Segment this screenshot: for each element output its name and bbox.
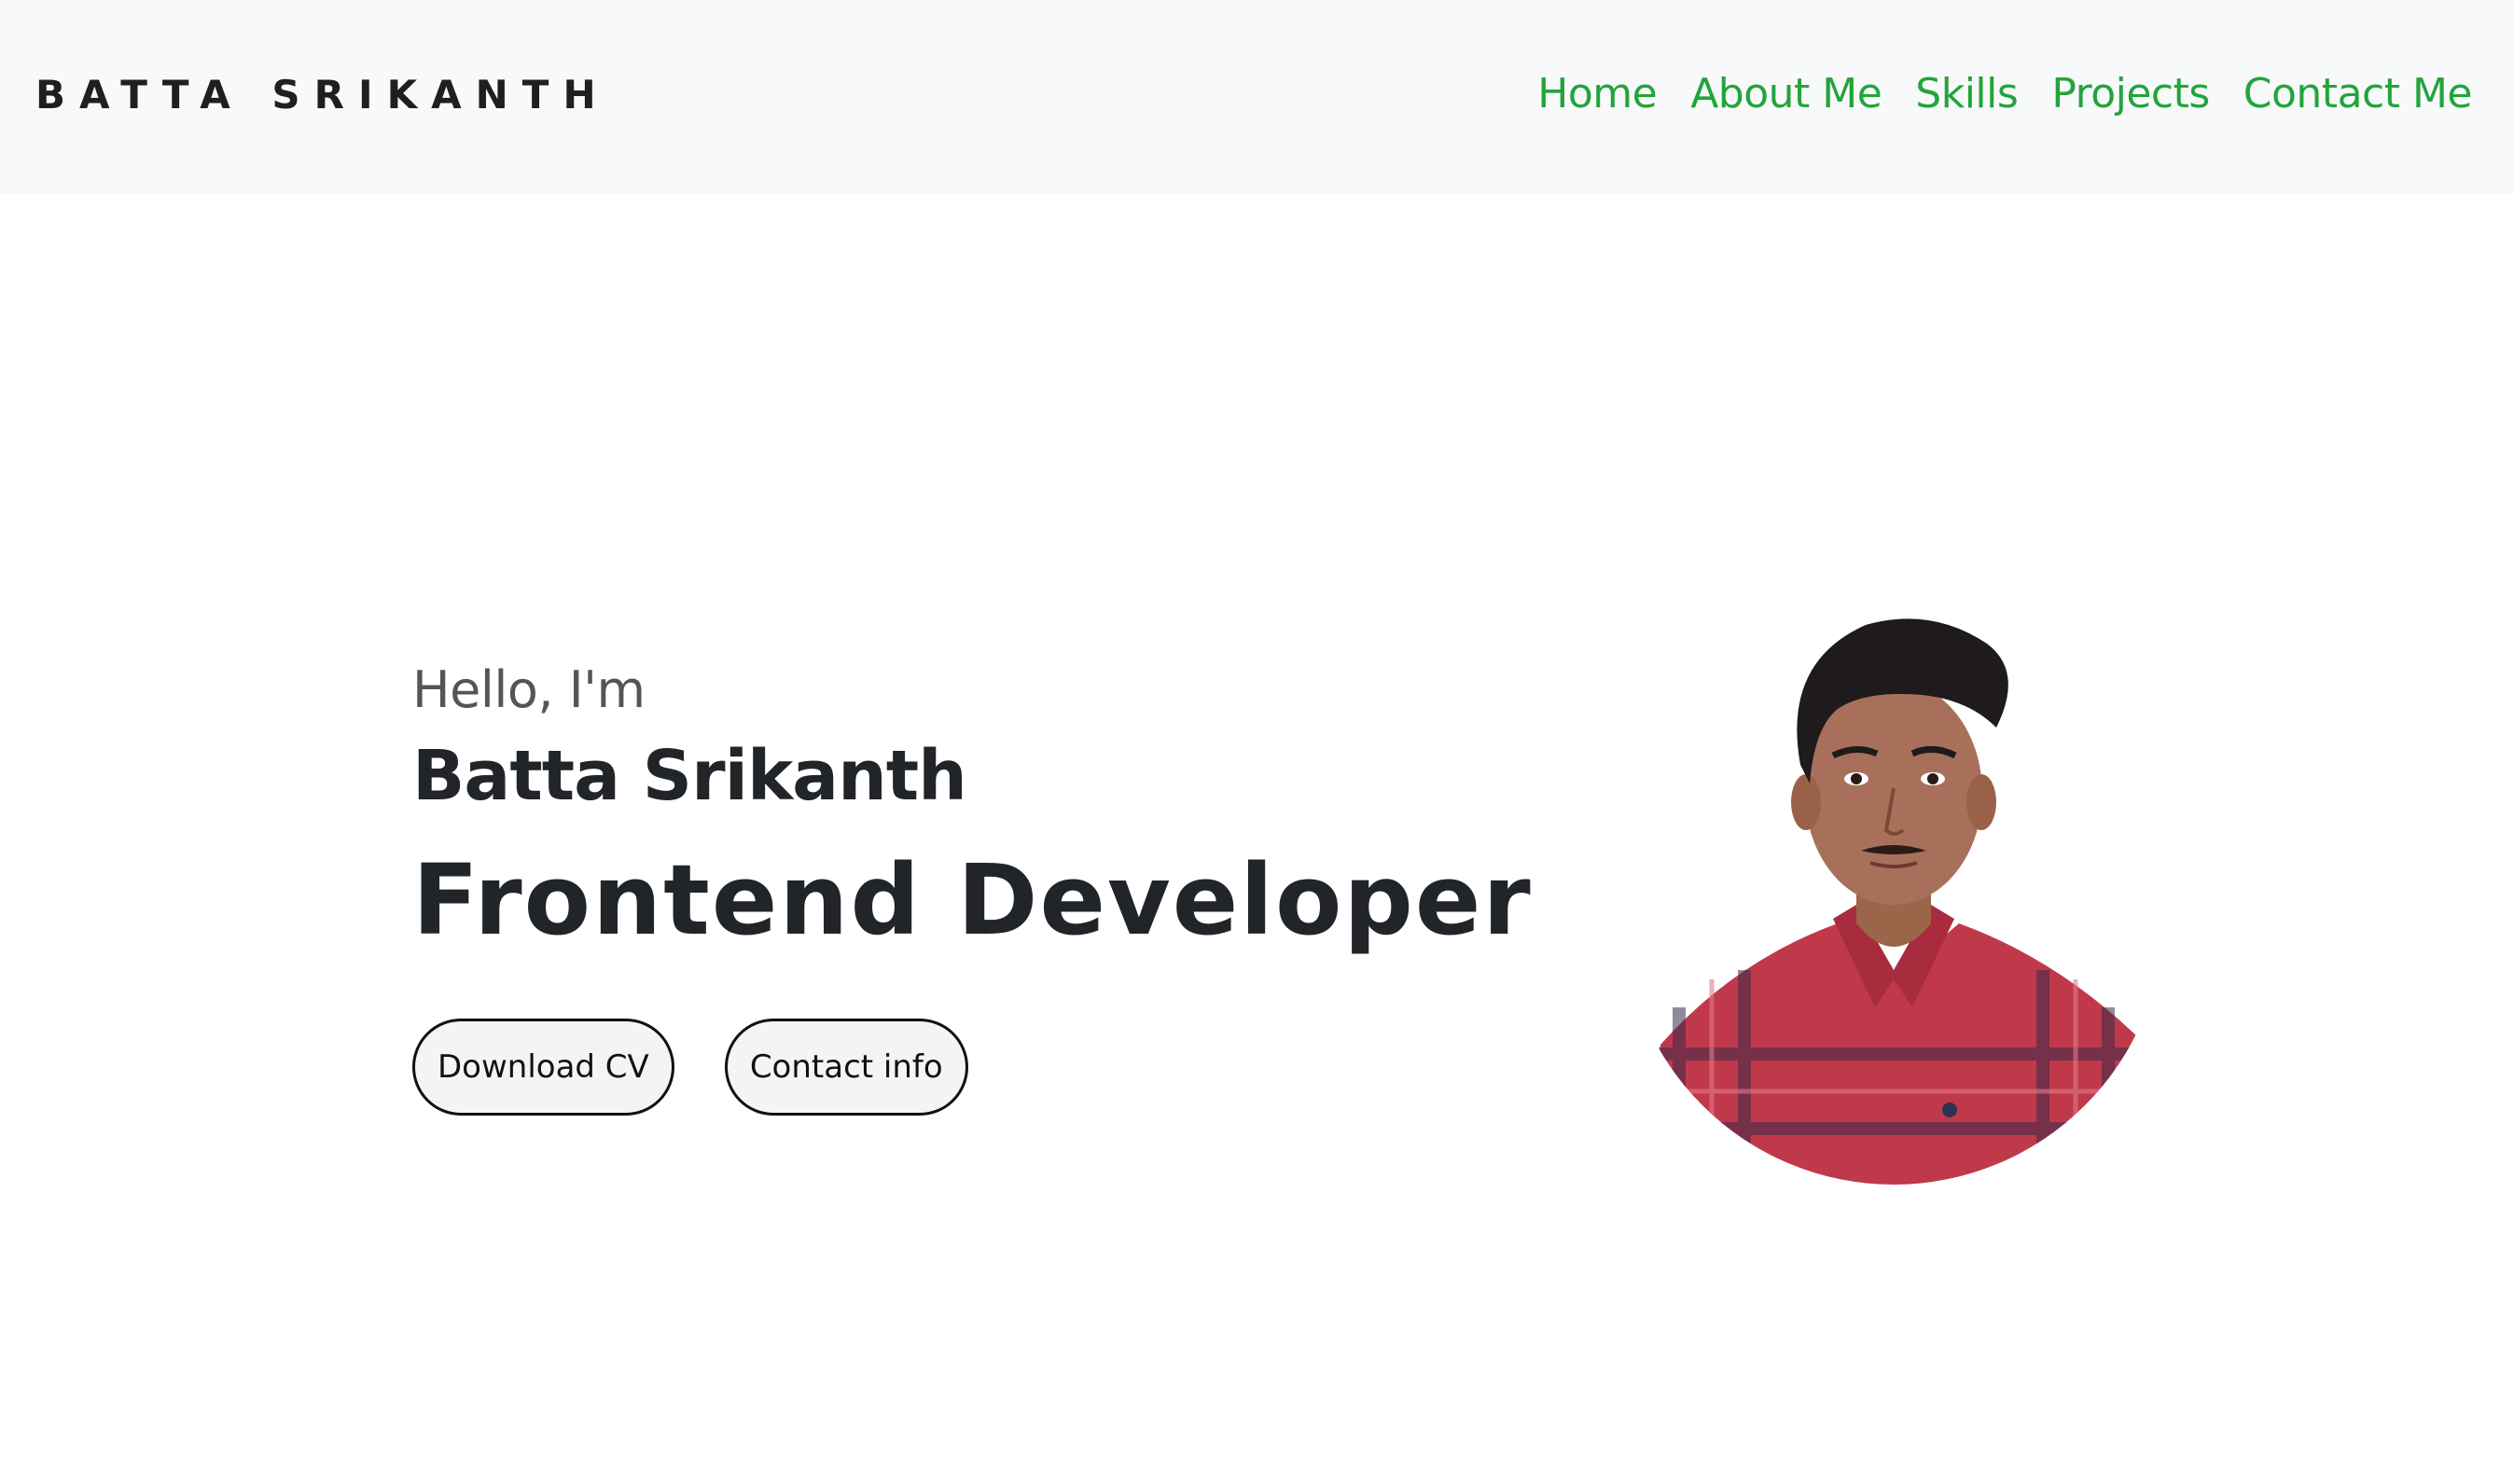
nav-links: Home About Me Skills Projects Contact Me bbox=[1537, 65, 2472, 123]
person-portrait-icon bbox=[1642, 618, 2164, 1185]
hero-section: Hello, I'm Batta Srikanth Frontend Devel… bbox=[412, 653, 1533, 1116]
nav-link-contact-me[interactable]: Contact Me bbox=[2243, 65, 2473, 123]
brand-logo[interactable]: BATTA SRIKANTH bbox=[35, 67, 610, 123]
hero-role: Frontend Developer bbox=[412, 843, 1533, 957]
hero-buttons: Download CV Contact info bbox=[412, 1019, 1533, 1116]
nav-link-projects[interactable]: Projects bbox=[2051, 65, 2210, 123]
hero-greeting: Hello, I'm bbox=[412, 660, 646, 719]
profile-photo bbox=[1623, 606, 2164, 1185]
download-cv-button[interactable]: Download CV bbox=[412, 1019, 674, 1116]
nav-link-skills[interactable]: Skills bbox=[1915, 65, 2019, 123]
navbar: BATTA SRIKANTH Home About Me Skills Proj… bbox=[0, 0, 2514, 194]
contact-info-button[interactable]: Contact info bbox=[724, 1019, 968, 1116]
nav-link-about-me[interactable]: About Me bbox=[1690, 65, 1882, 123]
nav-link-home[interactable]: Home bbox=[1537, 65, 1657, 123]
hero-name: Batta Srikanth bbox=[412, 736, 967, 816]
